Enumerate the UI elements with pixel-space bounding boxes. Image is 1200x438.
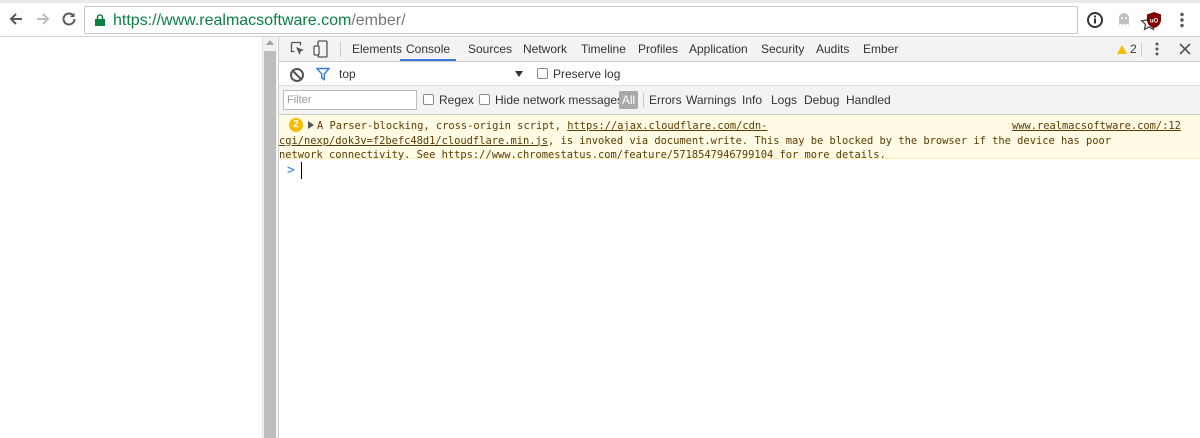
ublock-extension-icon[interactable]: uO: [1144, 10, 1164, 30]
ghost-extension-icon[interactable]: [1114, 10, 1134, 30]
hide-network-label[interactable]: Hide network messages: [495, 92, 623, 108]
tab-separator: [340, 42, 341, 57]
url-path: /ember/: [351, 12, 406, 29]
svg-text:uO: uO: [1150, 19, 1159, 25]
tab-ember[interactable]: Ember: [863, 37, 898, 61]
page-content[interactable]: [0, 37, 262, 438]
close-devtools-icon[interactable]: [1177, 38, 1193, 60]
level-warnings-button[interactable]: Warnings: [686, 92, 736, 108]
devtools-tabbar: Elements Console Sources Network Timelin…: [279, 37, 1200, 62]
level-logs-button[interactable]: Logs: [771, 92, 797, 108]
inspect-element-icon[interactable]: [290, 41, 306, 57]
browser-toolbar: https://www.realmacsoftware.com/ember/ u…: [0, 3, 1200, 37]
menu-kebab-icon[interactable]: [1172, 10, 1192, 30]
hide-network-checkbox[interactable]: [479, 94, 490, 105]
scroll-thumb[interactable]: [264, 51, 276, 438]
tab-console[interactable]: Console: [400, 37, 457, 61]
regex-label[interactable]: Regex: [439, 92, 474, 108]
lock-icon: [95, 14, 105, 26]
devtools-menu-kebab-icon[interactable]: [1152, 39, 1162, 59]
message-prefix: A Parser-blocking, cross-origin script,: [317, 120, 568, 132]
url-text: https://www.realmacsoftware.com/ember/: [113, 12, 406, 30]
tab-timeline[interactable]: Timeline: [581, 37, 626, 61]
back-arrow-icon[interactable]: [6, 9, 26, 29]
message-source-link[interactable]: www.realmacsoftware.com/:12: [1012, 119, 1181, 134]
info-extension-icon[interactable]: [1085, 10, 1105, 30]
repeat-count-badge: 2: [289, 118, 303, 132]
page-scrollbar[interactable]: [262, 37, 277, 438]
level-errors-button[interactable]: Errors: [649, 92, 682, 108]
forward-arrow-icon[interactable]: [33, 9, 53, 29]
reload-icon[interactable]: [59, 9, 79, 29]
preserve-log-checkbox[interactable]: [537, 68, 548, 79]
message-line2-rest: , is invoked via document.write. This ma…: [548, 134, 1112, 147]
tab-profiles[interactable]: Profiles: [638, 37, 678, 61]
script-link-part1[interactable]: https://ajax.cloudflare.com/cdn-: [567, 120, 767, 132]
dropdown-arrow-icon[interactable]: [515, 71, 523, 77]
console-prompt-icon: >: [287, 163, 295, 178]
warning-triangle-icon: [1117, 45, 1127, 54]
console-filter-bar: Filter Regex Hide network messages All E…: [279, 86, 1200, 115]
filter-input[interactable]: Filter: [283, 90, 417, 110]
tab-network[interactable]: Network: [523, 37, 567, 61]
tab-application[interactable]: Application: [689, 37, 748, 61]
devtools-panel: Elements Console Sources Network Timelin…: [278, 37, 1200, 438]
tab-elements[interactable]: Elements: [352, 37, 402, 61]
clear-console-icon[interactable]: [290, 68, 304, 82]
url-scheme: https://: [113, 12, 162, 29]
regex-checkbox[interactable]: [423, 94, 434, 105]
tab-audits[interactable]: Audits: [816, 37, 849, 61]
tab-separator: [1141, 42, 1142, 57]
level-debug-button[interactable]: Debug: [804, 92, 839, 108]
message-line3: network connectivity. See https://www.ch…: [279, 149, 886, 161]
filter-funnel-icon[interactable]: [315, 67, 331, 81]
level-handled-button[interactable]: Handled: [846, 92, 891, 108]
expand-arrow-icon[interactable]: [308, 121, 314, 129]
address-bar[interactable]: https://www.realmacsoftware.com/ember/: [84, 6, 1158, 34]
script-link-part2[interactable]: cgi/nexp/dok3v=f2befc48d1/cloudflare.min…: [279, 135, 548, 147]
console-input-caret[interactable]: [301, 162, 302, 179]
url-host: www.realmacsoftware.com: [161, 12, 352, 29]
warning-count: 2: [1130, 42, 1137, 56]
warning-counter[interactable]: 2: [1117, 37, 1137, 61]
device-toolbar-icon[interactable]: [313, 40, 329, 58]
level-info-button[interactable]: Info: [742, 92, 762, 108]
scroll-up-arrow-icon[interactable]: [266, 40, 274, 45]
tab-security[interactable]: Security: [761, 37, 804, 61]
preserve-log-label[interactable]: Preserve log: [553, 66, 620, 82]
context-selector[interactable]: top: [339, 66, 356, 82]
level-separator: [643, 93, 644, 108]
tab-sources[interactable]: Sources: [468, 37, 512, 61]
console-warning-message: 2 A Parser-blocking, cross-origin script…: [279, 115, 1200, 161]
console-toolbar: top Preserve log: [279, 62, 1200, 86]
level-all-button[interactable]: All: [619, 91, 638, 109]
